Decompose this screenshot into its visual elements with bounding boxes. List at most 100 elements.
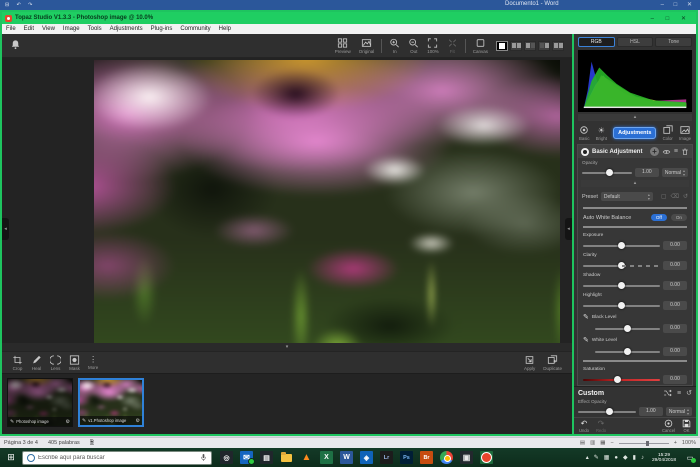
- tray-onedrive-icon[interactable]: ●: [614, 455, 618, 461]
- apply-button[interactable]: Apply: [520, 355, 539, 371]
- exposure-slider[interactable]: [583, 245, 660, 247]
- blend-mode-select[interactable]: Normal ▴▾: [662, 168, 688, 177]
- custom-menu-icon[interactable]: ≡: [677, 390, 681, 397]
- picker-pen-icon[interactable]: ✎: [583, 336, 589, 344]
- right-panel-collapse-handle[interactable]: ◂: [565, 218, 572, 240]
- preview-button[interactable]: Preview: [331, 38, 355, 54]
- opacity-value[interactable]: 1.00: [635, 168, 659, 177]
- proofing-icon[interactable]: 🖹: [90, 439, 94, 448]
- tray-pen-icon[interactable]: ✎: [594, 454, 599, 461]
- mic-icon[interactable]: [200, 453, 207, 462]
- menu-edit[interactable]: Edit: [24, 26, 34, 32]
- effect-opacity-slider[interactable]: [578, 411, 636, 413]
- canvas-button[interactable]: Canvas: [469, 38, 492, 54]
- save-preset-icon[interactable]: ▢: [661, 193, 667, 200]
- picker-pen-icon[interactable]: ✎: [583, 313, 589, 321]
- mode-bright-button[interactable]: ☀ Bright: [596, 126, 607, 141]
- visibility-eye-icon[interactable]: [662, 148, 671, 156]
- ok-button[interactable]: OK: [682, 419, 691, 433]
- menu-tools[interactable]: Tools: [88, 26, 102, 32]
- taskbar-app-lightroom[interactable]: Lr: [380, 451, 393, 464]
- view-single-button[interactable]: [496, 41, 508, 51]
- zoom-in-control[interactable]: +: [674, 440, 677, 446]
- enable-toggle-icon[interactable]: [581, 148, 589, 156]
- mode-adjustments-button[interactable]: Adjustments: [613, 127, 656, 139]
- view-top-bottom-button[interactable]: [552, 41, 564, 51]
- print-layout-icon[interactable]: ▥: [590, 440, 595, 446]
- taskbar-app-chrome[interactable]: [440, 451, 453, 464]
- tab-tone[interactable]: Tone: [655, 37, 692, 47]
- preset-select[interactable]: Default ▴▾: [601, 192, 653, 201]
- web-layout-icon[interactable]: ▦: [600, 440, 605, 446]
- opacity-slider[interactable]: [582, 172, 632, 174]
- randomize-icon[interactable]: [663, 389, 672, 397]
- zoom-out-button[interactable]: Out: [404, 38, 423, 54]
- mask-button[interactable]: Mask: [65, 355, 84, 371]
- tray-chevron-icon[interactable]: ▴: [586, 454, 589, 461]
- ba-collapse[interactable]: ▴: [581, 180, 689, 187]
- menu-image[interactable]: Image: [63, 26, 80, 32]
- cancel-button[interactable]: Cancel: [662, 419, 675, 433]
- filmstrip-thumbnail-original[interactable]: ✎ Photoshop image ⚙: [7, 378, 73, 427]
- taskbar-search[interactable]: Escribe aquí para buscar: [22, 451, 212, 465]
- canvas-area[interactable]: ◂ ◂: [2, 58, 572, 343]
- tray-battery-icon[interactable]: ▮: [633, 454, 636, 461]
- left-panel-collapse-handle[interactable]: ◂: [2, 218, 9, 240]
- view-split-vertical-button[interactable]: [524, 41, 536, 51]
- original-button[interactable]: Original: [355, 38, 379, 54]
- taskbar-app-photoshop[interactable]: Ps: [400, 451, 413, 464]
- duplicate-button[interactable]: Duplicate: [539, 355, 566, 371]
- reset-preset-icon[interactable]: ↺: [683, 193, 688, 200]
- taskbar-app-excel[interactable]: X: [320, 451, 333, 464]
- more-tools-button[interactable]: ⋮ More: [84, 355, 102, 370]
- read-mode-icon[interactable]: ▤: [580, 440, 585, 446]
- mode-color-button[interactable]: Color: [663, 125, 673, 141]
- clarity-slider[interactable]: [583, 265, 660, 267]
- filmstrip-thumbnail-v1[interactable]: ✎ v1.Photoshop image ⚙: [78, 378, 144, 427]
- taskbar-app-edge[interactable]: ◎: [220, 451, 233, 464]
- canvas-collapse-strip[interactable]: ▾: [2, 343, 572, 351]
- fit-button[interactable]: Fit: [443, 38, 462, 54]
- app-window-controls[interactable]: – □ ✕: [651, 15, 691, 22]
- edited-image[interactable]: [94, 60, 560, 343]
- trash-icon[interactable]: [681, 148, 689, 156]
- heal-button[interactable]: Heal: [27, 355, 46, 371]
- menu-help[interactable]: Help: [219, 26, 231, 32]
- gear-icon[interactable]: ⚙: [66, 419, 70, 425]
- awb-on-button[interactable]: On: [671, 214, 687, 221]
- taskbar-app-photos[interactable]: ▣: [460, 451, 473, 464]
- start-button[interactable]: ⊞: [0, 452, 22, 463]
- shadow-slider[interactable]: [583, 285, 660, 287]
- menu-view[interactable]: View: [42, 26, 55, 32]
- menu-adjustments[interactable]: Adjustments: [110, 26, 143, 32]
- black-level-slider[interactable]: [595, 328, 660, 330]
- mode-basic-button[interactable]: Basic: [579, 125, 590, 141]
- lens-button[interactable]: Lens: [46, 355, 65, 371]
- taskbar-app-security[interactable]: ◈: [360, 451, 373, 464]
- page-indicator[interactable]: Página 3 de 4: [4, 440, 38, 446]
- undo-button[interactable]: ↶ Undo: [579, 420, 589, 433]
- tray-volume-icon[interactable]: ♪: [641, 455, 644, 461]
- taskbar-app-word[interactable]: W: [340, 451, 353, 464]
- zoom-in-button[interactable]: In: [385, 38, 404, 54]
- highlight-slider[interactable]: [583, 305, 660, 307]
- delete-preset-icon[interactable]: ⌫: [670, 193, 678, 200]
- word-window-controls[interactable]: – □ ✕: [661, 1, 696, 8]
- awb-off-button[interactable]: Off: [651, 214, 667, 221]
- tray-display-icon[interactable]: ▦: [604, 454, 610, 461]
- taskbar-app-outlook[interactable]: ✉: [240, 451, 253, 464]
- menu-community[interactable]: Community: [180, 26, 210, 32]
- saturation-slider[interactable]: [583, 379, 660, 381]
- word-quick-access-icons[interactable]: ⊟ ↶ ↷: [5, 2, 35, 8]
- tray-network-icon[interactable]: ◆: [623, 454, 628, 461]
- taskbar-app-vlc[interactable]: ▲: [300, 451, 313, 464]
- custom-blend-select[interactable]: Normal ▴▾: [666, 407, 692, 416]
- zoom-slider[interactable]: [619, 443, 669, 444]
- menu-plugins[interactable]: Plug-ins: [151, 26, 173, 32]
- view-split-horizontal-button[interactable]: [510, 41, 522, 51]
- view-side-by-side-button[interactable]: [538, 41, 550, 51]
- menu-file[interactable]: File: [6, 26, 16, 32]
- bell-icon[interactable]: [10, 37, 21, 55]
- white-level-slider[interactable]: [595, 351, 660, 353]
- taskbar-app-notes[interactable]: ▤: [260, 451, 273, 464]
